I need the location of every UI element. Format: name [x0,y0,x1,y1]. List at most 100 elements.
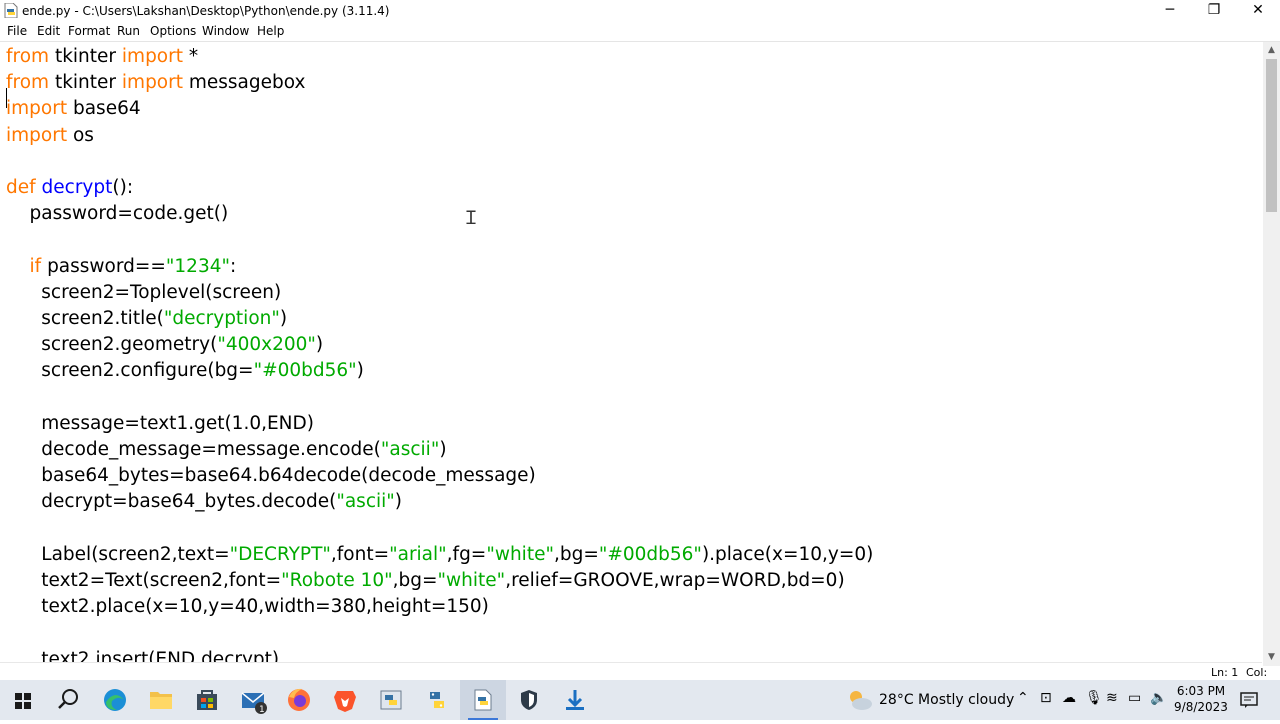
ethernet-icon[interactable]: ▭ [1128,690,1141,706]
ibeam-cursor-icon: Ｉ [462,208,480,229]
taskbar-file-explorer[interactable] [138,680,184,720]
code-token: ) [356,360,364,382]
code-line[interactable]: screen2.geometry("400x200") [6,334,323,355]
string-token: "Robote 10" [281,570,393,592]
line-indicator: Ln: 1 [1211,666,1239,679]
menu-format[interactable]: Format [68,24,110,38]
store-bag-icon [197,690,217,710]
taskbar-edge[interactable] [92,680,138,720]
code-line[interactable]: import base64 [6,98,141,119]
code-line[interactable]: base64_bytes=base64.b64decode(decode_mes… [6,465,535,486]
brave-lion-icon [334,691,356,712]
wifi-icon[interactable]: ≋ [1106,690,1118,706]
menu-bar: File Edit Format Run Options Window Help [0,22,1280,41]
taskbar-python[interactable] [414,680,460,720]
speaker-icon[interactable]: 🔈 [1150,690,1167,706]
taskbar-download-app[interactable] [552,680,598,720]
menu-edit[interactable]: Edit [37,24,60,38]
code-line[interactable]: if password=="1234": [6,255,237,277]
taskbar-store[interactable] [184,680,230,720]
menu-run[interactable]: Run [117,24,140,38]
code-line[interactable]: password=code.get() [6,203,229,224]
start-button[interactable] [0,680,46,720]
taskbar: 1 28°C Mostly cloudy ⌃ ⊡ ☁ 🎙 ≋ ▭ 🔈 6:03 … [0,680,1280,720]
code-token: screen2.title( [6,308,164,330]
svg-text:1: 1 [259,705,265,715]
taskbar-firefox[interactable] [276,680,322,720]
code-line[interactable]: screen2.title("decryption") [6,308,287,329]
chevron-up-icon[interactable]: ⌃ [1017,690,1029,706]
system-clock[interactable]: 6:03 PM 9/8/2023 [1170,683,1232,715]
scroll-up-arrow-icon[interactable]: ▲ [1263,42,1280,59]
search-button[interactable] [45,680,91,720]
weather-widget[interactable]: 28°C Mostly cloudy [879,692,1014,708]
code-line[interactable]: def decrypt(): [6,177,133,198]
close-button[interactable]: ✕ [1236,0,1280,22]
function-name-token: decrypt [41,177,113,199]
code-token: tkinter [49,46,122,67]
code-token: screen2.geometry( [6,334,218,356]
string-token: "1234" [165,255,231,277]
code-token: text2.place(x=10,y=40,width=380,height=1… [6,596,489,618]
menu-help[interactable]: Help [257,24,284,38]
code-line[interactable]: text2.place(x=10,y=40,width=380,height=1… [6,596,489,617]
string-token: "ascii" [336,491,395,513]
code-token: messagebox [183,72,306,94]
status-bar: Ln: 1 Col: 0 [0,662,1267,692]
code-line[interactable]: screen2.configure(bg="#00bd56") [6,360,364,381]
code-token: password== [41,255,166,277]
menu-window[interactable]: Window [202,24,249,38]
string-token: "400x200" [217,334,316,356]
cloudy-weather-icon[interactable] [847,688,873,712]
windows-logo-icon [15,693,31,709]
code-token: os [67,124,94,146]
code-text[interactable]: from tkinter import * from tkinter impor… [6,44,873,662]
taskbar-security[interactable] [506,680,552,720]
code-token: screen2=Toplevel(screen) [6,281,282,303]
microphone-icon[interactable]: 🎙 [1085,690,1103,706]
code-token: * [183,46,199,67]
meet-now-icon[interactable]: ⊡ [1040,690,1052,706]
taskbar-idle-editor[interactable] [460,680,506,720]
keyword-token: from [6,72,50,94]
code-line[interactable]: screen2=Toplevel(screen) [6,282,281,303]
code-token: ) [279,308,288,330]
code-editor[interactable]: from tkinter import * from tkinter impor… [0,42,1262,662]
string-token: "decryption" [163,308,280,330]
scroll-thumb[interactable] [1266,59,1277,212]
string-token: "arial" [389,543,447,565]
download-arrow-icon [566,690,584,710]
code-line[interactable]: text2.insert(END,decrypt) [6,649,279,662]
code-token: ,font= [330,543,390,565]
taskbar-idle[interactable] [368,680,414,720]
string-token: "#00bd56" [253,360,357,382]
code-line[interactable]: import os [6,125,94,146]
code-token: text2=Text(screen2,font= [6,570,282,592]
code-line[interactable]: message=text1.get(1.0,END) [6,413,314,434]
taskbar-mail[interactable]: 1 [230,680,276,720]
notification-icon[interactable] [1240,691,1258,709]
code-line[interactable]: decrypt=base64_bytes.decode("ascii") [6,491,402,512]
code-token: ,relief=GROOVE,wrap=WORD,bd=0) [505,570,845,592]
code-token: message=text1.get(1.0,END) [6,412,314,434]
code-line[interactable]: text2=Text(screen2,font="Robote 10",bg="… [6,570,845,592]
scroll-down-arrow-icon[interactable]: ▼ [1263,649,1280,666]
mail-icon: 1 [241,692,267,715]
maximize-button[interactable]: ❐ [1192,0,1236,22]
string-token: "white" [486,543,554,565]
keyword-token: import [6,124,68,146]
code-line[interactable]: from tkinter import messagebox [6,72,305,93]
menu-options[interactable]: Options [150,24,196,38]
code-line[interactable]: from tkinter import * [6,46,198,67]
weather-description: Mostly cloudy [918,692,1015,708]
firefox-icon [288,688,310,711]
vertical-scrollbar[interactable]: ▲ ▼ [1263,42,1280,666]
minimize-button[interactable]: ─ [1148,0,1192,22]
code-line[interactable]: decode_message=message.encode("ascii") [6,439,446,460]
onedrive-cloud-icon[interactable]: ☁ [1062,690,1076,706]
code-line[interactable]: Label(screen2,text="DECRYPT",font="arial… [6,544,873,565]
taskbar-brave[interactable] [322,680,368,720]
string-token: "DECRYPT" [229,543,331,565]
menu-file[interactable]: File [7,24,27,38]
